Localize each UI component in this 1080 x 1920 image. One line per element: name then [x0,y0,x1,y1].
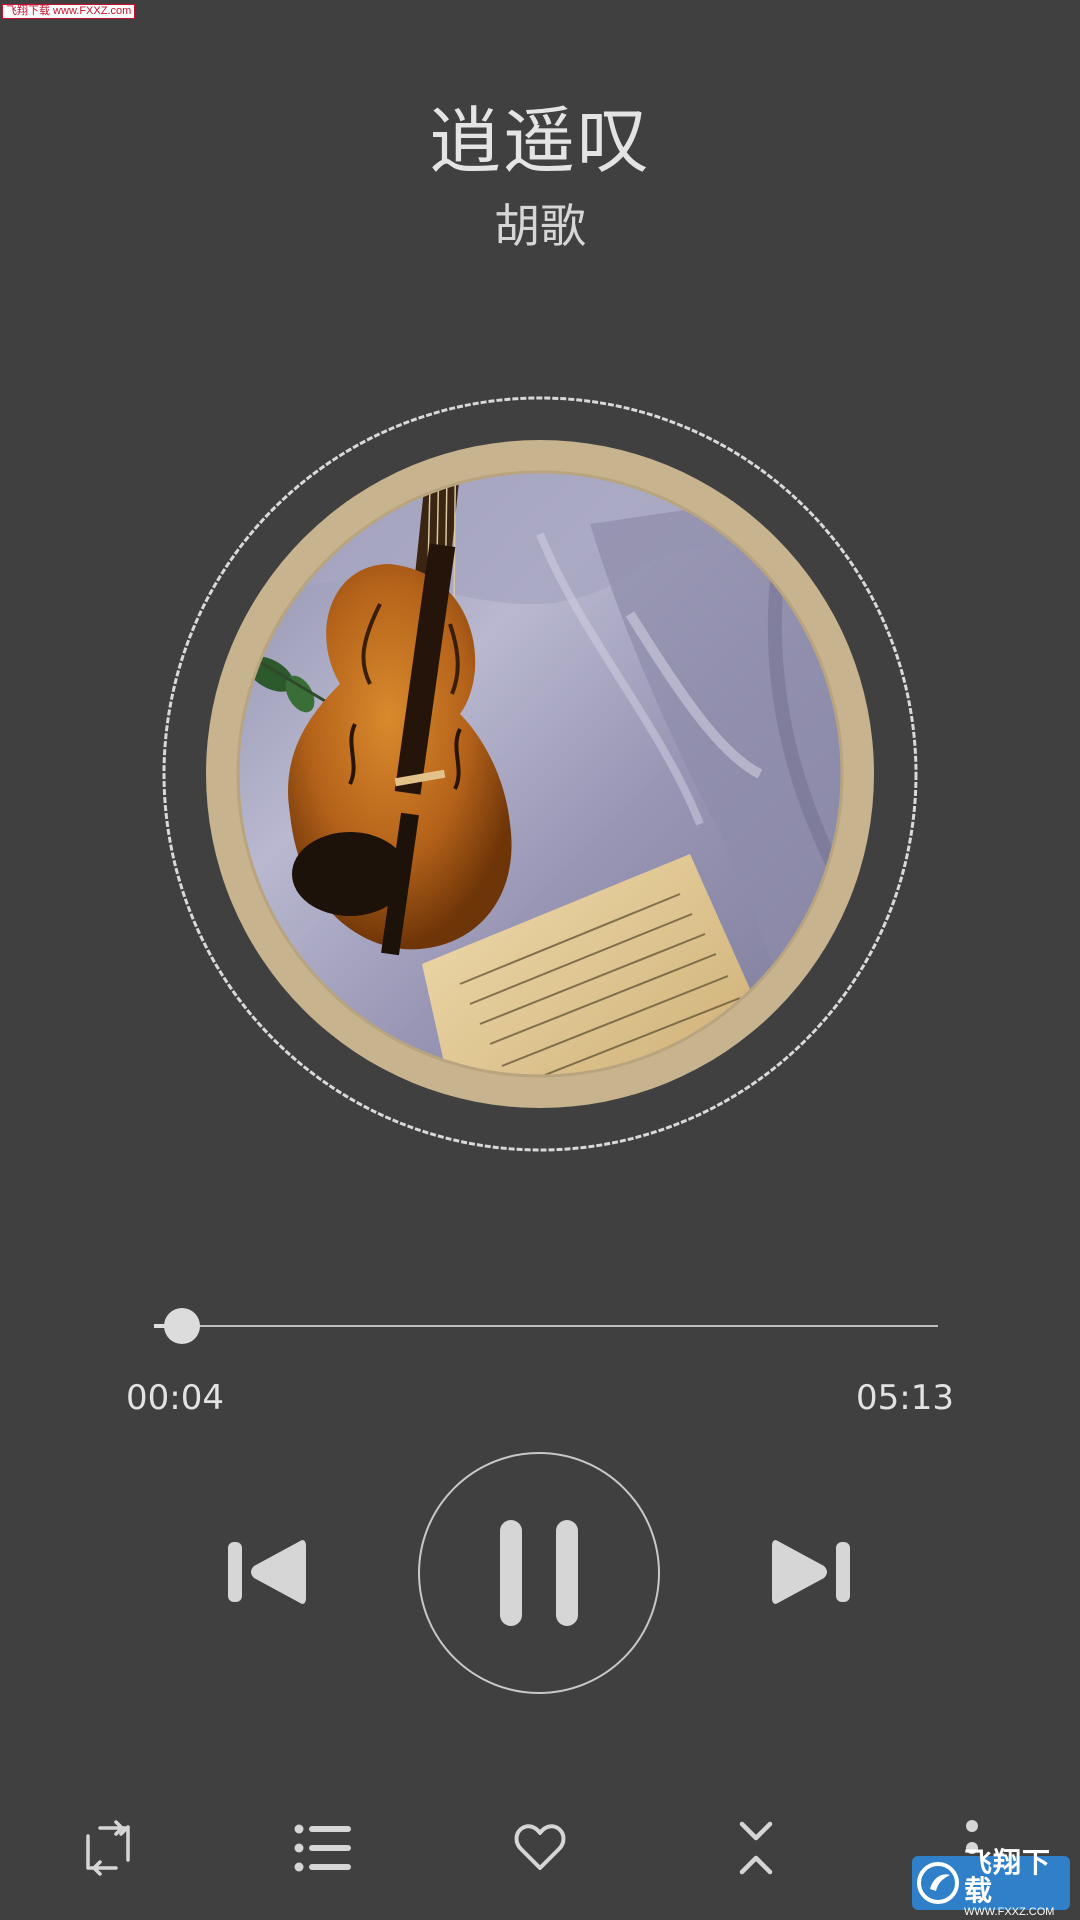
repeat-button[interactable] [68,1808,148,1888]
pause-button[interactable] [418,1452,660,1694]
seek-bar-track[interactable] [154,1325,938,1327]
watermark-bottom-name: 飞翔下载 [964,1845,1052,1907]
watermark-bottom-url: WWW.FXXZ.COM [964,1905,1055,1918]
collapse-icon [739,1821,773,1875]
playlist-button[interactable] [283,1808,363,1888]
current-time: 00:04 [126,1378,224,1418]
skip-next-icon [772,1540,850,1604]
violin-album-art [238,472,842,1076]
next-button[interactable] [764,1522,864,1622]
collapse-button[interactable] [716,1808,796,1888]
pause-icon [500,1520,578,1626]
previous-button[interactable] [214,1522,314,1622]
seek-bar[interactable] [154,1308,938,1344]
song-title: 逍遥叹 [428,99,651,183]
skip-previous-icon [228,1540,306,1604]
playlist-icon [294,1824,351,1872]
album-art-svg [162,396,918,1152]
seek-bar-thumb[interactable] [164,1308,201,1344]
music-player-screen: 飞翔下载 www.FXXZ.com 逍遥叹 胡歌 00:04 05:13 飞翔下… [0,0,1080,1920]
watermark-top: 飞翔下载 www.FXXZ.com [2,4,136,19]
album-disc [160,394,920,1154]
fxxz-logo-icon [917,1862,959,1904]
watermark-bottom: 飞翔下载 WWW.FXXZ.COM [912,1848,1070,1917]
like-button[interactable] [500,1808,580,1888]
heart-icon [514,1824,566,1870]
repeat-icon [86,1820,130,1876]
total-time: 05:13 [856,1378,954,1418]
song-artist: 胡歌 [494,199,586,253]
